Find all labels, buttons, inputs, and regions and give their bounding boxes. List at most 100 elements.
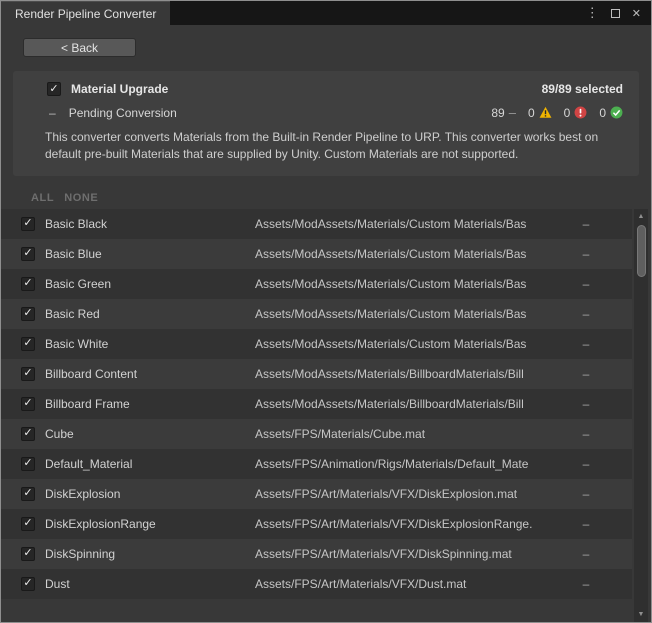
row-status-icon: – xyxy=(578,247,594,261)
row-checkbox[interactable]: ✓ xyxy=(21,427,35,441)
render-pipeline-converter-window: Render Pipeline Converter ⋮ ✕ < Back ✓ M… xyxy=(0,0,652,623)
row-status-icon: – xyxy=(578,547,594,561)
row-checkbox[interactable]: ✓ xyxy=(21,517,35,531)
row-checkbox[interactable]: ✓ xyxy=(21,217,35,231)
row-status-icon: – xyxy=(578,217,594,231)
material-path: Assets/FPS/Art/Materials/VFX/Dust.mat xyxy=(255,577,578,591)
maximize-icon[interactable] xyxy=(611,9,620,18)
material-name: Default_Material xyxy=(45,457,255,471)
row-status-icon: – xyxy=(578,517,594,531)
material-list: ✓ Basic Black Assets/ModAssets/Materials… xyxy=(1,209,651,622)
check-icon: ✓ xyxy=(23,278,32,289)
row-status-icon: – xyxy=(578,307,594,321)
row-status-icon: – xyxy=(578,577,594,591)
material-path: Assets/ModAssets/Materials/Custom Materi… xyxy=(255,307,578,321)
row-checkbox[interactable]: ✓ xyxy=(21,547,35,561)
material-name: DiskExplosion xyxy=(45,487,255,501)
material-path: Assets/ModAssets/Materials/BillboardMate… xyxy=(255,367,578,381)
success-count: 0 xyxy=(599,106,606,120)
row-checkbox[interactable]: ✓ xyxy=(21,337,35,351)
row-checkbox[interactable]: ✓ xyxy=(21,367,35,381)
row-checkbox[interactable]: ✓ xyxy=(21,457,35,471)
selected-count: 89/89 selected xyxy=(542,82,623,96)
scroll-down-icon[interactable]: ▼ xyxy=(638,609,645,620)
warning-icon xyxy=(539,106,552,119)
close-icon[interactable]: ✕ xyxy=(632,7,641,20)
table-row[interactable]: ✓ Basic Red Assets/ModAssets/Materials/C… xyxy=(1,299,632,329)
material-name: DiskSpinning xyxy=(45,547,255,561)
material-path: Assets/FPS/Art/Materials/VFX/DiskExplosi… xyxy=(255,517,578,531)
check-icon: ✓ xyxy=(23,458,32,469)
table-row[interactable]: ✓ DiskSpinning Assets/FPS/Art/Materials/… xyxy=(1,539,632,569)
table-row[interactable]: ✓ Billboard Frame Assets/ModAssets/Mater… xyxy=(1,389,632,419)
list-header: ALL NONE xyxy=(1,184,651,209)
select-none-button[interactable]: NONE xyxy=(64,192,98,204)
pending-dash-icon: – xyxy=(49,106,56,120)
scrollbar-thumb[interactable] xyxy=(637,225,646,277)
material-name: Cube xyxy=(45,427,255,441)
select-all-button[interactable]: ALL xyxy=(31,192,54,204)
row-checkbox[interactable]: ✓ xyxy=(21,577,35,591)
titlebar: Render Pipeline Converter ⋮ ✕ xyxy=(1,1,651,25)
row-checkbox[interactable]: ✓ xyxy=(21,487,35,501)
table-row[interactable]: ✓ DiskExplosion Assets/FPS/Art/Materials… xyxy=(1,479,632,509)
row-status-icon: – xyxy=(578,457,594,471)
table-row[interactable]: ✓ Dust Assets/FPS/Art/Materials/VFX/Dust… xyxy=(1,569,632,599)
row-checkbox[interactable]: ✓ xyxy=(21,397,35,411)
window-tab-title: Render Pipeline Converter xyxy=(15,7,156,21)
window-menu-icon[interactable]: ⋮ xyxy=(586,5,599,21)
row-status-icon: – xyxy=(578,427,594,441)
material-path: Assets/FPS/Materials/Cube.mat xyxy=(255,427,578,441)
pending-count: 89 xyxy=(491,106,504,120)
error-count: 0 xyxy=(564,106,571,120)
row-checkbox[interactable]: ✓ xyxy=(21,307,35,321)
row-status-icon: – xyxy=(578,487,594,501)
check-icon: ✓ xyxy=(23,218,32,229)
status-counts: 89 – 0 0 xyxy=(491,105,623,120)
material-name: Basic Black xyxy=(45,217,255,231)
material-path: Assets/ModAssets/Materials/BillboardMate… xyxy=(255,397,578,411)
check-icon: ✓ xyxy=(23,578,32,589)
row-status-icon: – xyxy=(578,367,594,381)
window-tab[interactable]: Render Pipeline Converter xyxy=(1,1,170,25)
error-icon xyxy=(574,106,587,119)
titlebar-spacer xyxy=(170,1,585,25)
scroll-up-icon[interactable]: ▲ xyxy=(638,211,645,222)
table-row[interactable]: ✓ Basic Black Assets/ModAssets/Materials… xyxy=(1,209,632,239)
table-row[interactable]: ✓ Billboard Content Assets/ModAssets/Mat… xyxy=(1,359,632,389)
back-button[interactable]: < Back xyxy=(23,38,136,57)
check-icon: ✓ xyxy=(23,548,32,559)
material-name: Basic Blue xyxy=(45,247,255,261)
material-name: Billboard Content xyxy=(45,367,255,381)
converter-title: Material Upgrade xyxy=(71,82,168,96)
row-checkbox[interactable]: ✓ xyxy=(21,277,35,291)
material-name: Basic Green xyxy=(45,277,255,291)
vertical-scrollbar[interactable]: ▲ ▼ xyxy=(634,209,648,622)
check-icon: ✓ xyxy=(23,368,32,379)
material-name: Billboard Frame xyxy=(45,397,255,411)
table-row[interactable]: ✓ Cube Assets/FPS/Materials/Cube.mat – xyxy=(1,419,632,449)
material-name: Dust xyxy=(45,577,255,591)
material-name: Basic Red xyxy=(45,307,255,321)
material-path: Assets/ModAssets/Materials/Custom Materi… xyxy=(255,247,578,261)
material-name: Basic White xyxy=(45,337,255,351)
row-checkbox[interactable]: ✓ xyxy=(21,247,35,261)
check-icon: ✓ xyxy=(23,428,32,439)
check-icon: ✓ xyxy=(23,398,32,409)
warning-count: 0 xyxy=(528,106,535,120)
converter-checkbox[interactable]: ✓ xyxy=(47,82,61,96)
window-content: < Back ✓ Material Upgrade 89/89 selected… xyxy=(1,25,651,622)
check-icon: ✓ xyxy=(23,338,32,349)
check-icon: ✓ xyxy=(23,488,32,499)
table-row[interactable]: ✓ DiskExplosionRange Assets/FPS/Art/Mate… xyxy=(1,509,632,539)
table-row[interactable]: ✓ Default_Material Assets/FPS/Animation/… xyxy=(1,449,632,479)
pending-conversion-label: Pending Conversion xyxy=(69,106,177,120)
table-row[interactable]: ✓ Basic Blue Assets/ModAssets/Materials/… xyxy=(1,239,632,269)
table-row[interactable]: ✓ Basic Green Assets/ModAssets/Materials… xyxy=(1,269,632,299)
row-status-icon: – xyxy=(578,277,594,291)
check-icon: ✓ xyxy=(49,84,58,95)
converter-panel: ✓ Material Upgrade 89/89 selected – Pend… xyxy=(13,71,639,176)
table-row[interactable]: ✓ Basic White Assets/ModAssets/Materials… xyxy=(1,329,632,359)
pending-status-icon: – xyxy=(509,105,516,120)
success-icon xyxy=(610,106,623,119)
